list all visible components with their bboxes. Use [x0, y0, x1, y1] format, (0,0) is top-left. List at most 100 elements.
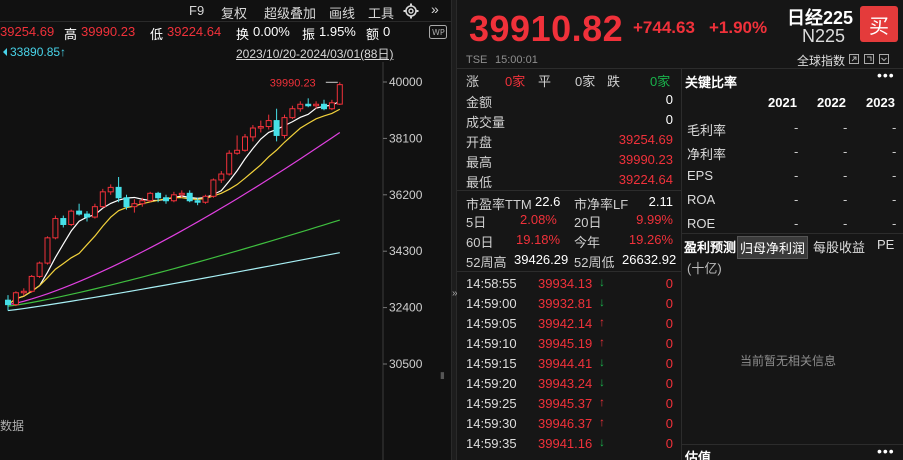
arrow-down-icon: ↓: [599, 275, 605, 289]
ratio-value: -: [892, 216, 897, 231]
tab-earnings-forecast[interactable]: 盈利预测: [684, 237, 736, 256]
candle: [28, 274, 35, 293]
wk52-high-value: 39426.29: [514, 252, 569, 267]
forecast-tabs: 盈利预测 归母净利润 每股收益 PE: [682, 234, 903, 259]
candle: [131, 199, 138, 213]
stat-label: 金额: [466, 95, 493, 110]
candle: [210, 178, 217, 198]
tick-volume: 0: [665, 316, 673, 331]
tab-pe[interactable]: PE: [877, 237, 894, 252]
y-tick-label: 32400: [389, 301, 423, 315]
restore-rights-button[interactable]: 复权: [221, 3, 247, 22]
ratio-value: -: [843, 144, 848, 159]
stat-value: 0: [665, 112, 673, 127]
wk52-low-label: 52周低: [574, 255, 615, 270]
candle: [147, 191, 154, 203]
stat-row: 最低 39224.64: [457, 170, 681, 190]
candle: [5, 295, 11, 311]
candle: [321, 99, 327, 111]
candle: [273, 108, 280, 142]
candle: [218, 171, 225, 183]
tick-row: 14:59:05 39942.14 ↑ 0: [457, 314, 681, 334]
candlestick-chart[interactable]: 39990.23 40000 38100 36200 34300 32400 30500: [0, 62, 451, 460]
stat-row: 最高 39990.23: [457, 150, 681, 170]
tick-price: 39946.37: [538, 416, 593, 431]
candle: [84, 211, 90, 222]
candle: [163, 194, 169, 204]
low-value: 39224.64: [167, 24, 222, 39]
tick-volume: 0: [665, 356, 673, 371]
super-overlay-button[interactable]: 超级叠加: [264, 3, 316, 22]
tick-volume: 0: [665, 376, 673, 391]
wk52-low-value: 26632.92: [622, 252, 677, 267]
up-label: 涨: [466, 74, 480, 89]
ratio-value: -: [794, 192, 799, 207]
ratio-row: ROA - - -: [682, 188, 903, 212]
date-range-link[interactable]: 2023/10/20-2024/03/01(88日): [236, 45, 393, 62]
chart-resize-handle[interactable]: ▮: [440, 370, 445, 381]
pb-label: 市净率LF: [574, 197, 629, 212]
y-tick-label: 36200: [389, 188, 423, 202]
arrow-down-icon: ↓: [599, 435, 605, 449]
valuation-grid: 市盈率TTM 22.6 市净率LF 2.11 5日 2.08% 20日 9.99…: [457, 191, 681, 271]
popout-icon[interactable]: [864, 54, 874, 64]
chevron-down-icon[interactable]: [879, 54, 889, 64]
more-options-icon[interactable]: •••: [877, 67, 895, 83]
y-tick-label: 30500: [389, 357, 423, 371]
amplitude-value: 1.95%: [319, 24, 356, 39]
low-label: 低: [150, 27, 164, 42]
tick-list[interactable]: 14:58:55 39934.13 ↓ 0 14:59:00 39932.81 ↓ 0 14:5…: [457, 272, 681, 460]
ratio-value: -: [843, 192, 848, 207]
ratio-row: 净利率 - - -: [682, 140, 903, 164]
f9-button[interactable]: F9: [189, 3, 204, 18]
ratio-label: 净利率: [687, 147, 727, 162]
tick-time: 14:58:55: [466, 276, 517, 291]
tick-time: 14:59:25: [466, 396, 517, 411]
settings-gear-icon[interactable]: [403, 3, 419, 19]
widget-icon[interactable]: WP: [429, 25, 447, 39]
candle: [52, 215, 59, 240]
ratio-label: ROA: [687, 192, 716, 207]
tick-price: 39943.24: [538, 376, 593, 391]
amount-value: 0: [383, 24, 391, 39]
candle: [328, 99, 335, 111]
chart-toolbar: F9 复权 超级叠加 画线 工具 »: [0, 0, 451, 22]
tick-time: 14:59:10: [466, 336, 517, 351]
turnover-value: 0.00%: [253, 24, 290, 39]
d5-value: 2.08%: [520, 212, 557, 227]
ratio-value: -: [892, 144, 897, 159]
candle: [91, 203, 98, 219]
tools-button[interactable]: 工具: [368, 3, 394, 22]
wk52-high-label: 52周高: [466, 255, 507, 270]
tick-row: 14:58:55 39934.13 ↓ 0: [457, 274, 681, 294]
tab-eps[interactable]: 每股收益: [813, 237, 865, 256]
candle: [249, 125, 256, 142]
tab-net-profit[interactable]: 归母净利润: [737, 236, 809, 259]
tick-volume: 0: [665, 336, 673, 351]
expand-double-chevron-icon[interactable]: »: [431, 1, 439, 17]
arrow-down-icon: ↓: [599, 295, 605, 309]
tick-price: 39932.81: [538, 296, 593, 311]
valuation-more-icon[interactable]: •••: [877, 443, 895, 459]
year-header-2022: 2022: [817, 95, 846, 110]
ratio-value: -: [892, 192, 897, 207]
forecast-empty-message: 当前暂无相关信息: [740, 354, 837, 368]
high-value: 39990.23: [81, 24, 136, 39]
stat-label: 最高: [466, 155, 493, 170]
ytd-label: 今年: [574, 235, 601, 250]
down-count: 0家: [650, 74, 671, 89]
candle: [99, 188, 106, 209]
draw-line-button[interactable]: 画线: [329, 3, 355, 22]
tick-price: 39942.14: [538, 316, 593, 331]
d20-label: 20日: [574, 215, 602, 230]
share-icon[interactable]: [849, 54, 859, 64]
stat-label: 最低: [466, 175, 493, 190]
ratio-value: -: [892, 120, 897, 135]
candle: [76, 203, 83, 216]
candle: [297, 101, 304, 112]
range-row: 33890.85↑ 2023/10/20-2024/03/01(88日): [0, 42, 451, 62]
stats-list: 金额 0 成交量 0 开盘 39254.69 最高 39990.23 最低 39224.64: [457, 90, 681, 190]
arrow-up-icon: ↑: [599, 335, 605, 349]
key-ratios-title: 关键比率: [685, 75, 738, 90]
buy-button[interactable]: 买: [860, 6, 898, 42]
